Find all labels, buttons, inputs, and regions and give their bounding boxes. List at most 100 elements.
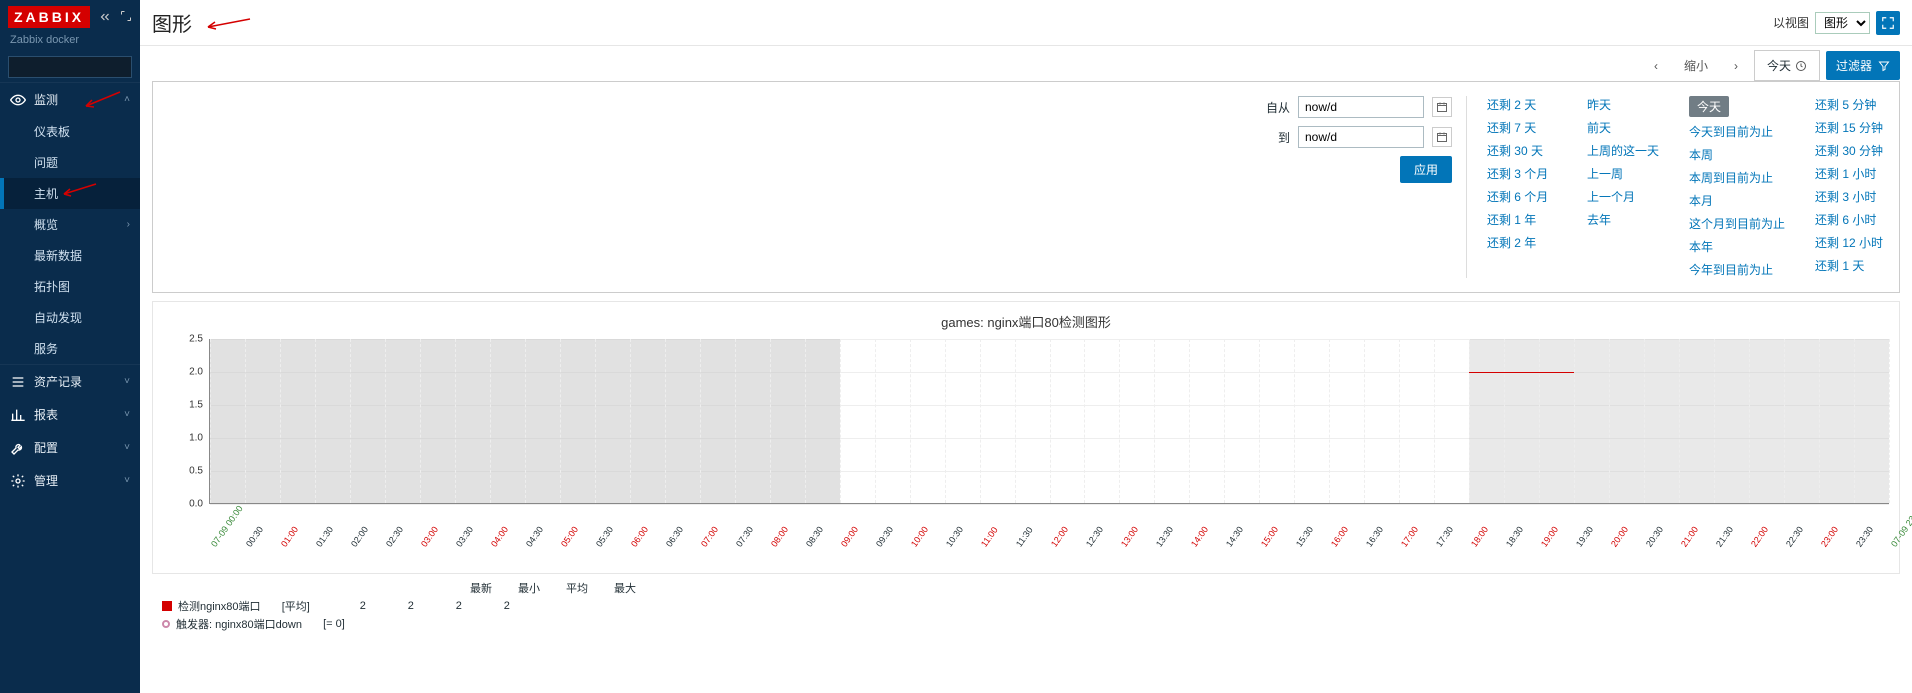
to-calendar-button[interactable] bbox=[1432, 127, 1452, 147]
sidebar-item-overview[interactable]: 概览› bbox=[0, 209, 140, 240]
chevron-down-icon: ˅ bbox=[124, 442, 130, 453]
chart-icon bbox=[10, 407, 26, 423]
sidebar-item-hosts[interactable]: 主机 bbox=[0, 178, 140, 209]
tab-today[interactable]: 今天 bbox=[1754, 50, 1820, 81]
time-preset[interactable]: 上一周 bbox=[1587, 165, 1659, 182]
time-preset[interactable]: 还剩 3 小时 bbox=[1815, 188, 1885, 205]
time-prev-button[interactable]: ‹ bbox=[1642, 52, 1670, 80]
time-preset[interactable]: 还剩 7 天 bbox=[1487, 119, 1557, 136]
sidebar-item-discovery[interactable]: 自动发现 bbox=[0, 302, 140, 333]
legend-trigger-swatch bbox=[162, 620, 170, 628]
legend-stat-value: 2 bbox=[432, 600, 462, 612]
sidebar-item-problems[interactable]: 问题 bbox=[0, 147, 140, 178]
legend-stat-header: 最小 bbox=[510, 580, 540, 596]
nav-monitoring[interactable]: 监测 ˄ bbox=[0, 82, 140, 116]
header: 图形 以视图 图形 bbox=[140, 0, 1912, 46]
nav-reports[interactable]: 报表 ˅ bbox=[0, 398, 140, 431]
filter-panel: 自从 到 应用 还剩 2 天还剩 7 天还剩 30 天还剩 3 个月还剩 6 个… bbox=[152, 81, 1900, 293]
filter-tab-bar: ‹ 缩小 › 今天 过滤器 bbox=[140, 46, 1912, 81]
time-preset[interactable]: 还剩 15 分钟 bbox=[1815, 119, 1885, 136]
zoom-out-button[interactable]: 缩小 bbox=[1670, 51, 1722, 80]
time-preset[interactable]: 今天 bbox=[1689, 96, 1729, 117]
legend-swatch bbox=[162, 601, 172, 611]
time-preset[interactable]: 还剩 1 小时 bbox=[1815, 165, 1885, 182]
chevron-right-icon: › bbox=[127, 219, 130, 230]
time-preset[interactable]: 还剩 2 年 bbox=[1487, 234, 1557, 251]
time-preset[interactable]: 本月 bbox=[1689, 192, 1785, 209]
nav-monitoring-label: 监测 bbox=[34, 91, 58, 108]
time-preset[interactable]: 还剩 6 个月 bbox=[1487, 188, 1557, 205]
time-preset[interactable]: 还剩 12 小时 bbox=[1815, 234, 1885, 251]
time-preset[interactable]: 本年 bbox=[1689, 238, 1785, 255]
nav-config-label: 配置 bbox=[34, 439, 58, 456]
view-as-label: 以视图 bbox=[1773, 14, 1809, 31]
nav-config[interactable]: 配置 ˅ bbox=[0, 431, 140, 464]
legend-stat-value: 2 bbox=[384, 600, 414, 612]
clock-icon bbox=[1795, 60, 1807, 72]
time-preset[interactable]: 还剩 3 个月 bbox=[1487, 165, 1557, 182]
time-next-button[interactable]: › bbox=[1722, 52, 1750, 80]
plot-area bbox=[209, 339, 1889, 504]
search-box[interactable] bbox=[8, 56, 132, 78]
y-tick: 2.0 bbox=[189, 367, 203, 378]
nav-inventory-label: 资产记录 bbox=[34, 373, 82, 390]
chevron-down-icon: ˅ bbox=[124, 376, 130, 387]
y-axis: 0.00.51.01.52.02.5 bbox=[163, 339, 209, 539]
list-icon bbox=[10, 374, 26, 390]
time-preset[interactable]: 还剩 2 天 bbox=[1487, 96, 1557, 113]
time-preset[interactable]: 今天到目前为止 bbox=[1689, 123, 1785, 140]
time-preset[interactable]: 还剩 5 分钟 bbox=[1815, 96, 1885, 113]
to-input[interactable] bbox=[1298, 126, 1424, 148]
sidebar-item-dashboard[interactable]: 仪表板 bbox=[0, 116, 140, 147]
main: 图形 以视图 图形 ‹ 缩小 › 今天 过滤器 bbox=[140, 0, 1912, 693]
expand-icon[interactable] bbox=[120, 10, 132, 24]
chevron-down-icon: ˅ bbox=[124, 409, 130, 420]
y-tick: 2.5 bbox=[189, 334, 203, 345]
nav-inventory[interactable]: 资产记录 ˅ bbox=[0, 364, 140, 398]
page-title: 图形 bbox=[152, 8, 192, 37]
sidebar-item-latest[interactable]: 最新数据 bbox=[0, 240, 140, 271]
eye-icon bbox=[10, 92, 26, 108]
chart-title: games: nginx端口80检测图形 bbox=[163, 308, 1889, 339]
filter-icon bbox=[1878, 60, 1890, 72]
filter-button[interactable]: 过滤器 bbox=[1826, 51, 1900, 80]
wrench-icon bbox=[10, 440, 26, 456]
time-preset[interactable]: 本周 bbox=[1689, 146, 1785, 163]
legend-stat-header: 最大 bbox=[606, 580, 636, 596]
collapse-icon[interactable] bbox=[98, 10, 112, 24]
legend-stat-header: 平均 bbox=[558, 580, 588, 596]
calendar-icon bbox=[1436, 131, 1448, 143]
time-preset[interactable]: 今年到目前为止 bbox=[1689, 261, 1785, 278]
sidebar-item-services[interactable]: 服务 bbox=[0, 333, 140, 364]
view-as-select[interactable]: 图形 bbox=[1815, 12, 1870, 34]
legend-stat-header: 最新 bbox=[462, 580, 492, 596]
nav-admin[interactable]: 管理 ˅ bbox=[0, 464, 140, 497]
time-preset[interactable]: 还剩 1 年 bbox=[1487, 211, 1557, 228]
legend-stat-value: 2 bbox=[480, 600, 510, 612]
time-preset[interactable]: 还剩 1 天 bbox=[1815, 257, 1885, 274]
y-tick: 0.0 bbox=[189, 499, 203, 510]
chevron-up-icon: ˄ bbox=[124, 94, 130, 105]
sidebar-item-maps[interactable]: 拓扑图 bbox=[0, 271, 140, 302]
legend-series-name: 检测nginx80端口 bbox=[178, 598, 261, 614]
time-preset[interactable]: 还剩 6 小时 bbox=[1815, 211, 1885, 228]
time-preset[interactable]: 还剩 30 天 bbox=[1487, 142, 1557, 159]
apply-button[interactable]: 应用 bbox=[1400, 156, 1452, 183]
chart-legend: 最新最小平均最大 检测nginx80端口 [平均] 2222 触发器: ngin… bbox=[152, 574, 1900, 638]
time-preset[interactable]: 上一个月 bbox=[1587, 188, 1659, 205]
nav-reports-label: 报表 bbox=[34, 406, 58, 423]
from-input[interactable] bbox=[1298, 96, 1424, 118]
chevron-down-icon: ˅ bbox=[124, 475, 130, 486]
legend-trigger-cond: [= 0] bbox=[323, 618, 345, 630]
from-calendar-button[interactable] bbox=[1432, 97, 1452, 117]
x-axis: 07-09 00:0000:3001:0001:3002:0002:3003:0… bbox=[209, 539, 1889, 569]
time-preset[interactable]: 昨天 bbox=[1587, 96, 1659, 113]
time-preset[interactable]: 这个月到目前为止 bbox=[1689, 215, 1785, 232]
time-preset[interactable]: 本周到目前为止 bbox=[1689, 169, 1785, 186]
time-preset[interactable]: 上周的这一天 bbox=[1587, 142, 1659, 159]
time-preset[interactable]: 前天 bbox=[1587, 119, 1659, 136]
time-preset[interactable]: 还剩 30 分钟 bbox=[1815, 142, 1885, 159]
fullscreen-button[interactable] bbox=[1876, 11, 1900, 35]
y-tick: 1.0 bbox=[189, 433, 203, 444]
time-preset[interactable]: 去年 bbox=[1587, 211, 1659, 228]
